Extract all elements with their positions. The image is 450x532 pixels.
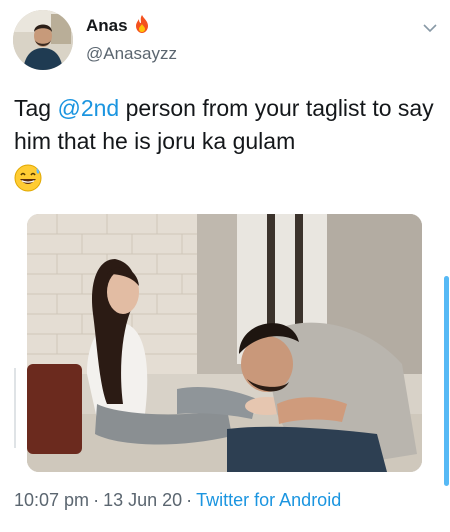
separator: · — [93, 490, 100, 510]
grinning-sweat-emoji-icon — [14, 164, 42, 192]
scrollbar[interactable] — [444, 276, 449, 486]
user-handle[interactable]: @Anasayzz — [86, 44, 177, 64]
fire-icon — [136, 15, 148, 33]
tweet-card: Anas @Anasayzz Tag @2nd person from your… — [0, 0, 450, 532]
tweet-time[interactable]: 10:07 pm — [14, 490, 89, 510]
tweet-text: Tag @2nd person from your taglist to say… — [14, 92, 439, 158]
avatar[interactable] — [13, 10, 73, 70]
display-name[interactable]: Anas — [86, 16, 128, 36]
left-edge-divider — [14, 368, 16, 448]
tweet-text-start: Tag — [14, 95, 58, 121]
tweet-date[interactable]: 13 Jun 20 — [103, 490, 182, 510]
tweet-media-photo[interactable] — [27, 214, 422, 472]
mention-link[interactable]: @2nd — [57, 95, 119, 121]
separator: · — [186, 490, 193, 510]
chevron-down-icon[interactable] — [422, 22, 438, 34]
tweet-meta: 10:07 pm · 13 Jun 20 · Twitter for Android — [14, 490, 341, 511]
tweet-source-link[interactable]: Twitter for Android — [196, 490, 341, 510]
